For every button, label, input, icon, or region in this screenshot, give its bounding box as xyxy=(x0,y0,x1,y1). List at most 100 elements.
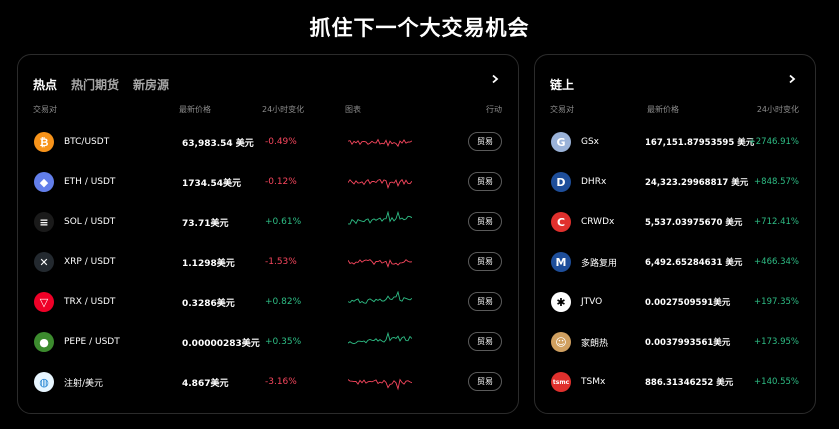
onchain-title[interactable]: 链上 xyxy=(550,76,574,93)
change-value: +466.34% xyxy=(754,257,799,267)
tron-icon: ▽ xyxy=(34,292,54,312)
xrp-icon: ✕ xyxy=(34,252,54,272)
pair-label: TSMx xyxy=(581,377,606,387)
jtvo-icon: ✱ xyxy=(551,292,571,312)
sparkline-chart xyxy=(348,211,412,225)
pair-label: DHRx xyxy=(581,177,607,187)
pair-label: GSx xyxy=(581,137,600,147)
sparkline-chart xyxy=(348,259,412,268)
injective-icon: ◍ xyxy=(34,372,54,392)
price-value: 0.0027509591美元 xyxy=(645,298,731,308)
pair-label: PEPE / USDT xyxy=(64,337,120,347)
price-value: 4.867美元 xyxy=(182,378,229,389)
price-value: 0.0037993561美元 xyxy=(645,338,731,348)
change-value: -0.49% xyxy=(265,137,297,147)
header-change: 24小时变化 xyxy=(756,105,799,114)
price-value: 167,151.87953595 美元 xyxy=(645,138,755,148)
price-value: 1.1298美元 xyxy=(182,258,235,269)
gsx-icon: G xyxy=(551,132,571,152)
onchain-row[interactable]: ☺ 家朗热 0.0037993561美元 +173.95% xyxy=(535,322,815,362)
change-value: +848.57% xyxy=(754,177,799,187)
price-value: 0.3286美元 xyxy=(182,298,235,309)
tab-hot-futures[interactable]: 热门期货 xyxy=(71,76,119,93)
pair-label: SOL / USDT xyxy=(64,217,116,227)
price-value: 6,492.65284631 美元 xyxy=(645,258,743,268)
market-row[interactable]: ◍ 注射/美元 4.867美元 -3.16% 贸易 xyxy=(18,362,518,402)
change-value: +712.41% xyxy=(754,217,799,227)
header-chart: 图表 xyxy=(345,105,361,114)
price-value: 73.71美元 xyxy=(182,218,229,229)
tab-new-listings[interactable]: 新房源 xyxy=(133,76,169,93)
header-change: 24小时变化 xyxy=(262,105,305,114)
multiplex-icon: M xyxy=(551,252,571,272)
onchain-row[interactable]: C CRWDx 5,537.03975670 美元 +712.41% xyxy=(535,202,815,242)
pair-label: ETH / USDT xyxy=(64,177,116,187)
pair-label: 家朗热 xyxy=(581,338,609,349)
crwdx-icon: C xyxy=(551,212,571,232)
sparkline-chart xyxy=(348,178,412,190)
trade-button[interactable]: 贸易 xyxy=(468,372,502,391)
sparkline-chart xyxy=(348,331,412,345)
market-row[interactable]: ≡ SOL / USDT 73.71美元 +0.61% 贸易 xyxy=(18,202,518,242)
page-title: 抓住下一个大交易机会 xyxy=(309,16,530,40)
pair-label: TRX / USDT xyxy=(64,297,116,307)
header-pair: 交易对 xyxy=(550,105,574,114)
dhrx-icon: D xyxy=(551,172,571,192)
pair-label: CRWDx xyxy=(581,217,615,227)
jialangre-icon: ☺ xyxy=(551,332,571,352)
change-value: +197.35% xyxy=(754,297,799,307)
price-value: 1734.54美元 xyxy=(182,178,241,189)
solana-icon: ≡ xyxy=(34,212,54,232)
price-value: 63,983.54 美元 xyxy=(182,138,254,149)
change-value: +140.55% xyxy=(754,377,799,387)
hot-markets-panel: 热点 热门期货 新房源 交易对 最新价格 24小时变化 图表 行动 ₿ BTC/U… xyxy=(17,54,519,414)
trade-button[interactable]: 贸易 xyxy=(468,292,502,311)
market-row[interactable]: ₿ BTC/USDT 63,983.54 美元 -0.49% 贸易 xyxy=(18,122,518,162)
onchain-panel: 链上 交易对 最新价格 24小时变化 G GSx 167,151.87953595 … xyxy=(534,54,816,414)
trade-button[interactable]: 贸易 xyxy=(468,212,502,231)
pair-label: JTVO xyxy=(581,297,603,307)
trade-button[interactable]: 贸易 xyxy=(468,172,502,191)
change-value: -3.16% xyxy=(265,377,297,387)
market-row[interactable]: ▽ TRX / USDT 0.3286美元 +0.82% 贸易 xyxy=(18,282,518,322)
onchain-row[interactable]: ✱ JTVO 0.0027509591美元 +197.35% xyxy=(535,282,815,322)
change-value: -0.12% xyxy=(265,177,297,187)
onchain-row[interactable]: G GSx 167,151.87953595 美元 +2746.91% xyxy=(535,122,815,162)
sparkline-chart xyxy=(348,291,412,304)
trade-button[interactable]: 贸易 xyxy=(468,132,502,151)
change-value: +0.82% xyxy=(265,297,302,307)
pair-label: XRP / USDT xyxy=(64,257,116,267)
ethereum-icon: ◆ xyxy=(34,172,54,192)
market-tabs: 热点 热门期货 新房源 xyxy=(33,76,169,93)
market-row[interactable]: ● PEPE / USDT 0.00000283美元 +0.35% 贸易 xyxy=(18,322,518,362)
onchain-row[interactable]: D DHRx 24,323.29968817 美元 +848.57% xyxy=(535,162,815,202)
tsmx-icon: tsmc xyxy=(551,372,571,392)
change-value: +0.61% xyxy=(265,217,302,227)
sparkline-chart xyxy=(348,378,412,391)
header-price: 最新价格 xyxy=(179,105,211,114)
sparkline-chart xyxy=(348,138,412,148)
change-value: +0.35% xyxy=(265,337,302,347)
header-pair: 交易对 xyxy=(33,105,57,114)
price-value: 5,537.03975670 美元 xyxy=(645,218,743,228)
price-value: 0.00000283美元 xyxy=(182,338,260,349)
chevron-right-icon[interactable] xyxy=(785,74,799,88)
market-row[interactable]: ◆ ETH / USDT 1734.54美元 -0.12% 贸易 xyxy=(18,162,518,202)
trade-button[interactable]: 贸易 xyxy=(468,332,502,351)
onchain-row[interactable]: M 多路复用 6,492.65284631 美元 +466.34% xyxy=(535,242,815,282)
pepe-icon: ● xyxy=(34,332,54,352)
pair-label: 注射/美元 xyxy=(64,378,104,389)
pair-label: BTC/USDT xyxy=(64,137,110,147)
market-row[interactable]: ✕ XRP / USDT 1.1298美元 -1.53% 贸易 xyxy=(18,242,518,282)
tab-hot[interactable]: 热点 xyxy=(33,76,57,93)
change-value: +2746.91% xyxy=(748,137,799,147)
price-value: 886.31346252 美元 xyxy=(645,378,734,388)
pair-label: 多路复用 xyxy=(581,258,618,269)
change-value: +173.95% xyxy=(754,337,799,347)
trade-button[interactable]: 贸易 xyxy=(468,252,502,271)
header-action: 行动 xyxy=(486,105,502,114)
bitcoin-icon: ₿ xyxy=(34,132,54,152)
chevron-right-icon[interactable] xyxy=(488,74,502,88)
onchain-row[interactable]: tsmc TSMx 886.31346252 美元 +140.55% xyxy=(535,362,815,402)
change-value: -1.53% xyxy=(265,257,297,267)
